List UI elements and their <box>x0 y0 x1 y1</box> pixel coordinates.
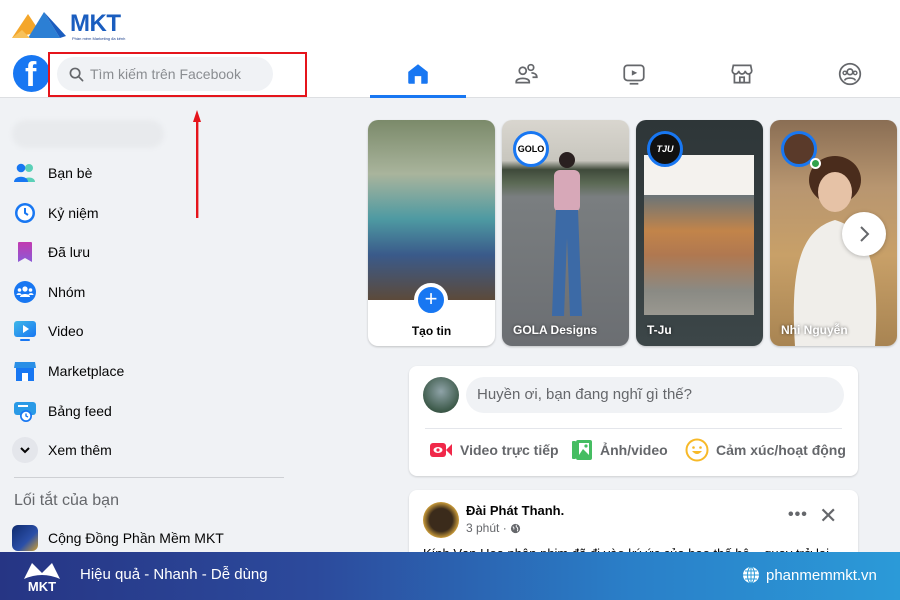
user-avatar[interactable] <box>423 377 459 413</box>
sidebar-item-label: Marketplace <box>48 363 125 379</box>
friends-icon <box>515 63 538 84</box>
post-author-name[interactable]: Đài Phát Thanh. <box>466 503 564 518</box>
banner-slogan: Hiệu quả - Nhanh - Dễ dùng <box>80 566 268 583</box>
tab-home[interactable] <box>370 54 466 98</box>
post-more-options-button[interactable]: ••• <box>788 506 808 524</box>
story-shared-post <box>644 155 754 315</box>
story-person-figure <box>552 152 582 316</box>
photo-icon <box>572 440 592 460</box>
post-close-button[interactable]: ✕ <box>819 503 837 529</box>
feeling-activity-button[interactable]: Cảm xúc/hoạt động <box>685 438 846 462</box>
banner-website[interactable]: phanmemmkt.vn <box>742 566 877 584</box>
tab-marketplace[interactable] <box>694 54 790 94</box>
sidebar-item-label: Kỷ niệm <box>48 205 99 221</box>
shortcut-label: Cộng Đồng Phần Mềm MKT <box>48 530 224 546</box>
groups-icon <box>14 281 36 303</box>
live-video-button[interactable]: Video trực tiếp <box>429 438 559 462</box>
mkt-brand-text: MKT <box>70 10 121 37</box>
shortcut-item[interactable]: Cộng Đồng Phần Mềm MKT <box>12 520 282 556</box>
composer-divider <box>425 428 842 429</box>
chevron-right-icon <box>860 226 870 242</box>
group-thumbnail <box>12 525 38 551</box>
sidebar-item-friends[interactable]: Bạn bè <box>12 155 282 191</box>
story-avatar: GOLO <box>513 131 549 167</box>
plus-icon: + <box>414 283 448 317</box>
video-icon <box>14 321 36 341</box>
tab-friends[interactable] <box>478 54 574 94</box>
sidebar-item-label: Nhóm <box>48 284 86 300</box>
mkt-mountain-icon <box>12 12 66 38</box>
sidebar-item-label: Bạn bè <box>48 165 93 181</box>
story-author-name: T-Ju <box>647 323 672 337</box>
shortcuts-heading: Lối tắt của bạn <box>14 492 119 509</box>
photo-video-button[interactable]: Ảnh/video <box>571 438 668 462</box>
online-status-dot <box>810 158 821 169</box>
sidebar-item-label: Đã lưu <box>48 244 91 260</box>
mkt-promo-banner: MKT Hiệu quả - Nhanh - Dễ dùng phanmemmk… <box>0 552 900 600</box>
profile-link-blurred[interactable] <box>12 120 164 148</box>
story-photo <box>368 120 495 300</box>
sidebar-item-groups[interactable]: Nhóm <box>12 274 282 310</box>
tab-groups[interactable] <box>802 54 898 94</box>
svg-text:MKT: MKT <box>28 579 56 594</box>
smiley-icon <box>685 438 709 462</box>
story-author-name: GOLA Designs <box>513 323 598 337</box>
action-label: Video trực tiếp <box>460 442 559 458</box>
action-label: Cảm xúc/hoạt động <box>716 442 846 458</box>
sidebar-item-memories[interactable]: Kỷ niệm <box>12 195 282 231</box>
facebook-logo[interactable]: f <box>13 55 50 92</box>
create-story-label: Tạo tin <box>411 324 452 338</box>
sidebar-divider <box>14 477 284 478</box>
mkt-logo-icon: MKT <box>24 563 60 594</box>
sidebar-item-saved[interactable]: Đã lưu <box>12 234 282 270</box>
store-icon <box>14 362 36 381</box>
memories-clock-icon <box>15 203 35 223</box>
post-timestamp[interactable]: 3 phút · <box>466 521 521 535</box>
sidebar-item-feeds[interactable]: Bảng feed <box>12 393 282 429</box>
friends-icon <box>14 163 35 182</box>
mkt-watermark-logo: MKT Phần mềm Marketing đa kênh <box>10 8 135 41</box>
sidebar-item-marketplace[interactable]: Marketplace <box>12 353 282 389</box>
sidebar-item-video[interactable]: Video <box>12 313 282 349</box>
tab-watch[interactable] <box>586 54 682 94</box>
story-card[interactable]: TJU T-Ju <box>636 120 763 346</box>
post-author-avatar[interactable] <box>423 502 459 538</box>
video-icon <box>623 64 645 85</box>
stories-next-button[interactable] <box>842 212 886 256</box>
story-card[interactable]: GOLO GOLA Designs <box>502 120 629 346</box>
store-icon <box>731 64 753 84</box>
create-story-card[interactable]: + Tạo tin <box>368 120 495 346</box>
action-label: Ảnh/video <box>600 442 668 458</box>
mkt-tagline: Phần mềm Marketing đa kênh <box>72 36 126 41</box>
post-composer: Huyền ơi, bạn đang nghĩ gì thế? Video tr… <box>409 366 858 476</box>
composer-input[interactable]: Huyền ơi, bạn đang nghĩ gì thế? <box>466 377 844 413</box>
feed-icon <box>14 402 36 422</box>
bookmark-icon <box>18 242 32 262</box>
globe-icon <box>510 523 520 533</box>
groups-icon <box>838 62 862 86</box>
globe-icon <box>743 566 759 584</box>
annotation-highlight-box <box>48 52 307 97</box>
facebook-f-icon: f <box>25 56 37 92</box>
chevron-down-icon <box>12 437 38 463</box>
home-icon <box>408 64 428 84</box>
sidebar-item-label: Bảng feed <box>48 403 112 419</box>
sidebar-item-label: Video <box>48 323 84 339</box>
sidebar-item-label: Xem thêm <box>48 442 112 458</box>
story-author-name: Nhi Nguyễn <box>781 323 848 337</box>
story-avatar: TJU <box>647 131 683 167</box>
sidebar-item-see-more[interactable]: Xem thêm <box>12 432 282 468</box>
live-video-icon <box>430 443 452 457</box>
